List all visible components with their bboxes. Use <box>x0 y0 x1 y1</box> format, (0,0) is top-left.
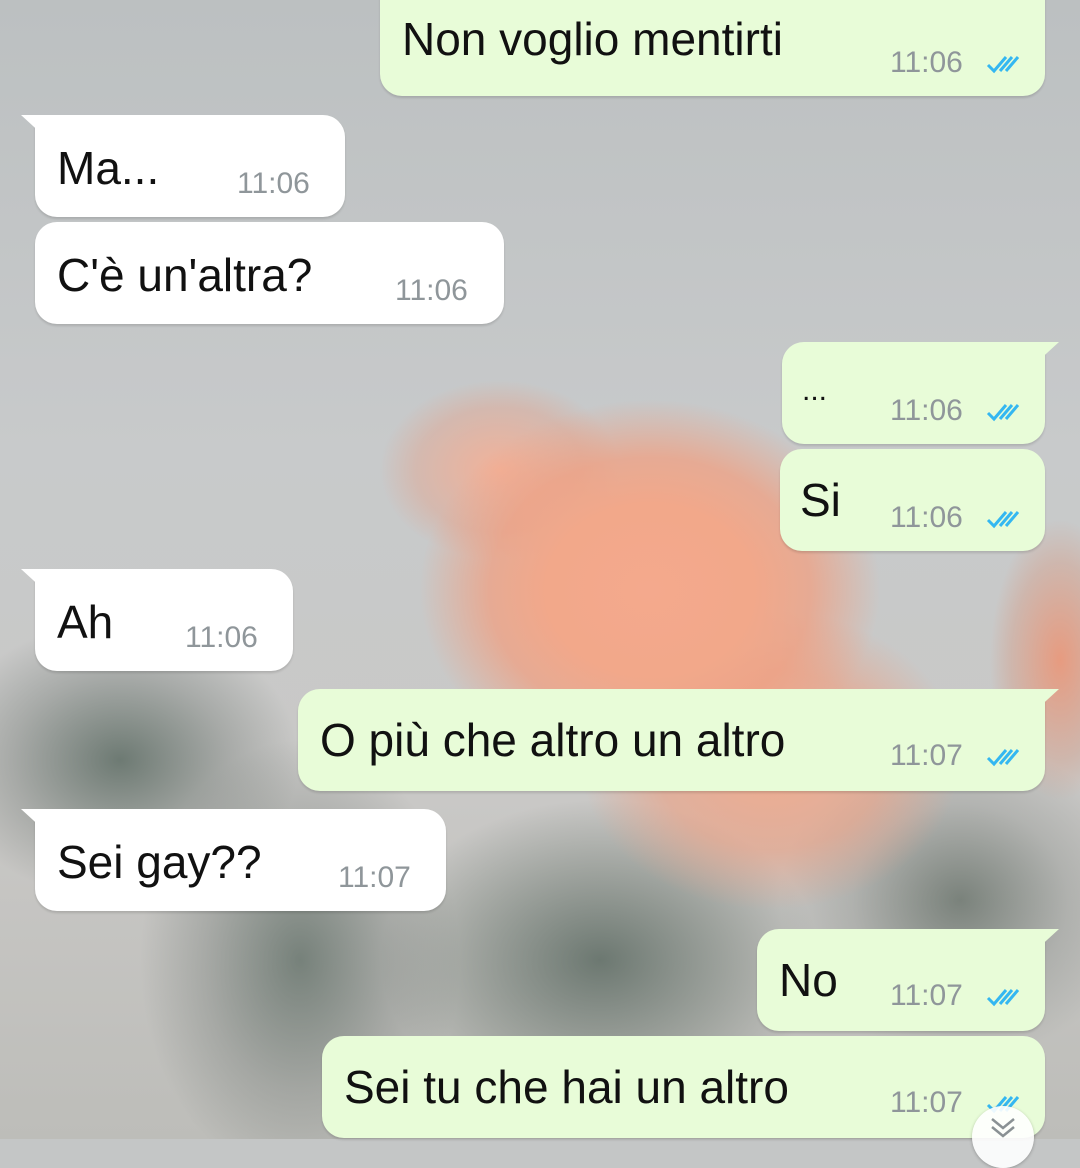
message-text: O più che altro un altro <box>320 714 786 766</box>
bubble-tail <box>21 809 45 831</box>
message-bubble-incoming[interactable]: Ah 11:06 <box>21 569 293 671</box>
double-check-icon <box>986 511 1020 529</box>
message-bubble-incoming[interactable]: Sei gay?? 11:07 <box>21 809 446 911</box>
message-bubble-outgoing[interactable]: Sei tu che hai un altro 11:07 <box>322 1036 1045 1138</box>
message-bubble-outgoing[interactable]: Non voglio mentirti 11:06 <box>380 0 1045 96</box>
message-bubble-outgoing[interactable]: ... 11:06 <box>782 342 1059 444</box>
message-bubble-incoming[interactable]: C'è un'altra? 11:06 <box>35 222 504 324</box>
message-time: 11:06 <box>185 621 258 654</box>
message-text: Sei tu che hai un altro <box>344 1061 789 1113</box>
bubble-tail <box>21 115 45 137</box>
message-bubble-outgoing[interactable]: Si 11:06 <box>780 449 1045 551</box>
message-text: Ma... <box>57 142 160 194</box>
message-time: 11:07 <box>890 739 963 772</box>
double-check-icon <box>986 56 1020 74</box>
bubble-tail <box>1035 689 1059 711</box>
message-bubble-outgoing[interactable]: O più che altro un altro 11:07 <box>298 689 1059 791</box>
message-text: Non voglio mentirti <box>402 13 783 65</box>
message-time: 11:07 <box>890 979 963 1012</box>
message-time: 11:06 <box>890 394 963 427</box>
double-chevron-down-icon <box>991 1118 1015 1138</box>
message-text: Sei gay?? <box>57 836 262 888</box>
message-time: 11:07 <box>890 1086 963 1119</box>
message-time: 11:06 <box>890 501 963 534</box>
message-time: 11:06 <box>395 274 468 307</box>
double-check-icon <box>986 404 1020 422</box>
double-check-icon <box>986 749 1020 767</box>
double-check-icon <box>986 989 1020 1007</box>
message-time: 11:07 <box>338 861 411 894</box>
message-bubble-incoming[interactable]: Ma... 11:06 <box>21 115 345 217</box>
message-time: 11:06 <box>237 167 310 200</box>
message-text: C'è un'altra? <box>57 249 313 301</box>
message-text: Si <box>800 474 841 526</box>
scroll-to-bottom-button[interactable] <box>972 1106 1034 1168</box>
bubble-tail <box>1035 342 1059 364</box>
message-time: 11:06 <box>890 46 963 79</box>
message-text: No <box>779 954 838 1006</box>
bubble-tail <box>21 569 45 591</box>
bubble-tail <box>1035 929 1059 951</box>
message-bubble-outgoing[interactable]: No 11:07 <box>757 929 1059 1031</box>
message-text: ... <box>802 374 828 407</box>
message-text: Ah <box>57 596 114 648</box>
